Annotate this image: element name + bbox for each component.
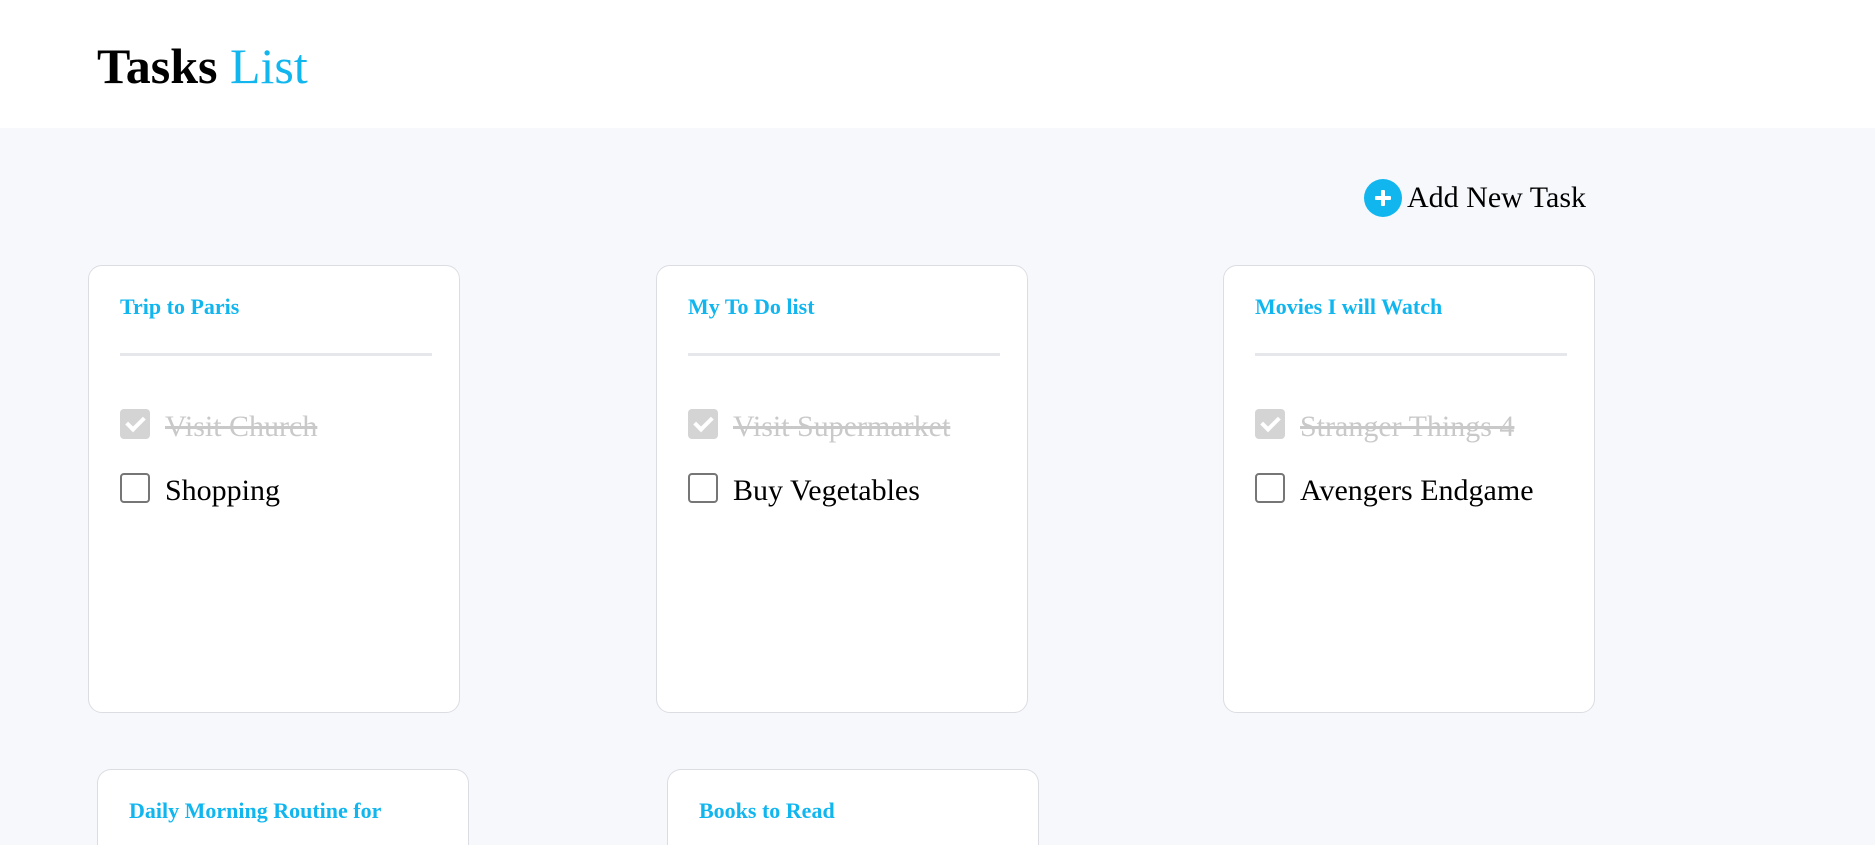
- task-label: Avengers Endgame: [1300, 474, 1534, 507]
- task-checkbox-checked[interactable]: [120, 409, 150, 439]
- card-divider: [120, 353, 432, 356]
- task-list: Stranger Things 4 Avengers Endgame: [1255, 407, 1584, 535]
- card-divider: [1255, 353, 1567, 356]
- card-title: Books to Read: [699, 798, 835, 823]
- task-list: Visit Supermarket Buy Vegetables: [688, 407, 1017, 535]
- task-list: Visit Church Shopping: [120, 407, 449, 535]
- task-label: Visit Supermarket: [733, 410, 951, 443]
- task-item[interactable]: Shopping: [120, 471, 449, 511]
- add-new-task-label: Add New Task: [1407, 181, 1586, 214]
- task-label: Visit Church: [165, 410, 318, 443]
- card-title: My To Do list: [688, 294, 815, 319]
- task-item[interactable]: Buy Vegetables: [688, 471, 1017, 511]
- card-title: Trip to Paris: [120, 294, 240, 319]
- task-card-my-to-do-list: My To Do list Visit Supermarket Buy Vege…: [656, 265, 1028, 713]
- task-checkbox[interactable]: [120, 473, 150, 503]
- task-checkbox[interactable]: [688, 473, 718, 503]
- task-item-done[interactable]: Visit Supermarket: [688, 407, 1017, 447]
- task-item[interactable]: Avengers Endgame: [1255, 471, 1584, 511]
- task-card-books-to-read: Books to Read: [667, 769, 1039, 845]
- task-label: Shopping: [165, 474, 281, 507]
- page-title-accent: List: [229, 38, 308, 94]
- page-title: Tasks List: [97, 36, 308, 96]
- task-item-done[interactable]: Stranger Things 4: [1255, 407, 1584, 447]
- task-label: Buy Vegetables: [733, 474, 920, 507]
- page-title-main: Tasks: [97, 38, 218, 94]
- task-card-movies: Movies I will Watch Stranger Things 4 Av…: [1223, 265, 1595, 713]
- card-divider: [688, 353, 1000, 356]
- card-title: Daily Morning Routine for: [129, 798, 382, 823]
- header: Tasks List: [0, 0, 1875, 128]
- task-checkbox[interactable]: [1255, 473, 1285, 503]
- add-new-task-button[interactable]: Add New Task: [1364, 179, 1586, 217]
- task-checkbox-checked[interactable]: [688, 409, 718, 439]
- card-title: Movies I will Watch: [1255, 294, 1443, 319]
- plus-circle-icon[interactable]: [1364, 179, 1402, 217]
- task-label: Stranger Things 4: [1300, 410, 1515, 443]
- task-checkbox-checked[interactable]: [1255, 409, 1285, 439]
- task-card-trip-to-paris: Trip to Paris Visit Church Shopping: [88, 265, 460, 713]
- task-card-daily-morning-routine: Daily Morning Routine for: [97, 769, 469, 845]
- task-item-done[interactable]: Visit Church: [120, 407, 449, 447]
